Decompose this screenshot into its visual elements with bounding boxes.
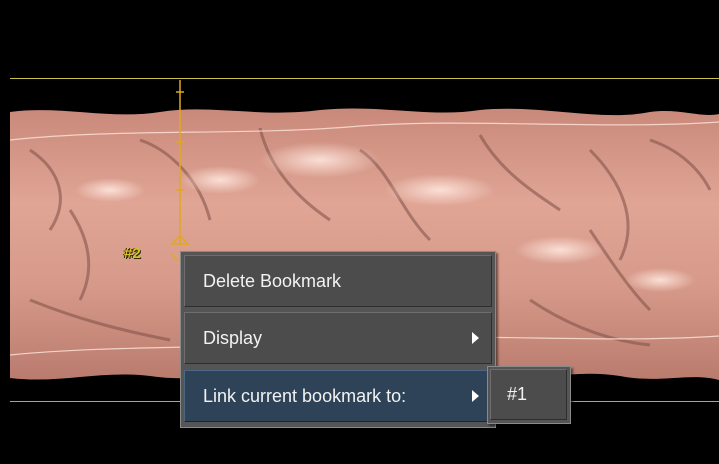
menu-item-label: Delete Bookmark	[203, 271, 342, 291]
triangle-right-icon	[472, 390, 479, 402]
submenu-item-bookmark-1[interactable]: #1	[490, 369, 567, 420]
colon-flythrough-viewport[interactable]: #2 Delete Bookmark Display Link current …	[0, 0, 719, 464]
menu-item-link-bookmark[interactable]: Link current bookmark to:	[184, 370, 492, 422]
bookmark-label[interactable]: #2	[124, 245, 141, 262]
link-bookmark-submenu: #1	[487, 366, 571, 424]
context-menu: Delete Bookmark Display Link current boo…	[180, 251, 496, 428]
top-boundary-line	[10, 78, 719, 79]
triangle-right-icon	[472, 332, 479, 344]
submenu-item-label: #1	[507, 384, 528, 404]
menu-item-label: Link current bookmark to:	[203, 386, 407, 406]
menu-item-delete-bookmark[interactable]: Delete Bookmark	[184, 255, 492, 307]
menu-item-label: Display	[203, 328, 263, 348]
menu-item-display[interactable]: Display	[184, 312, 492, 364]
